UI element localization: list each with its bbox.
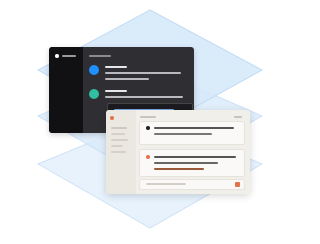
message-line — [154, 162, 218, 164]
avatar-icon — [146, 126, 150, 130]
message-line — [154, 133, 212, 135]
avatar-icon — [89, 89, 99, 99]
avatar-icon — [89, 65, 99, 75]
assistant-icon — [146, 155, 150, 159]
message-line — [154, 127, 234, 129]
light-composer — [140, 180, 244, 189]
message-line — [105, 90, 127, 92]
sidebar-item — [111, 151, 126, 153]
message-line — [105, 78, 149, 80]
message-line — [154, 156, 236, 158]
composer-placeholder-line — [146, 183, 186, 185]
send-icon — [235, 182, 240, 187]
sidebar-item — [111, 139, 128, 141]
sidebar-title-bar — [62, 55, 76, 57]
light-sidebar — [106, 110, 136, 194]
light-header-action — [234, 116, 242, 118]
light-chat-window — [106, 110, 250, 194]
dark-sidebar — [49, 47, 83, 133]
sidebar-item — [111, 145, 123, 147]
illustration — [0, 0, 300, 244]
user-message-card — [140, 122, 244, 144]
sidebar-item — [111, 133, 125, 135]
dark-header-bar — [89, 55, 111, 57]
message-line — [105, 66, 127, 68]
sidebar-item — [111, 127, 127, 129]
sidebar-logo-icon — [110, 116, 114, 120]
light-header-bar — [140, 116, 156, 118]
message-line — [154, 168, 204, 170]
sidebar-logo-icon — [55, 54, 59, 58]
message-line — [105, 96, 183, 98]
message-line — [105, 72, 181, 74]
assistant-message-card — [140, 150, 244, 176]
